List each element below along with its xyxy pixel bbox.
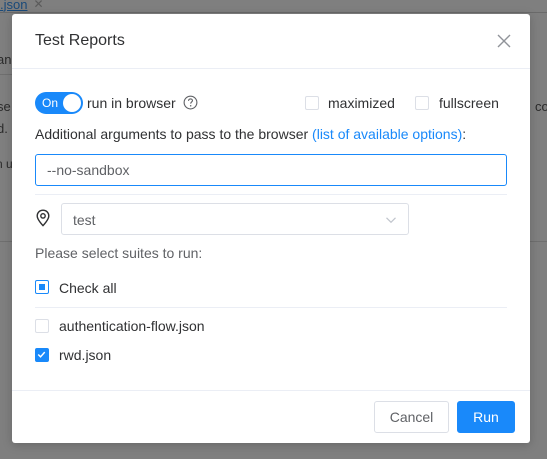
- suites-label: Please select suites to run:: [35, 245, 203, 261]
- dialog-footer: [12, 390, 530, 443]
- check-icon: [37, 351, 46, 358]
- background-text: se: [0, 99, 11, 114]
- run-in-browser-switch[interactable]: On: [35, 92, 83, 114]
- close-icon: ✕: [33, 0, 44, 11]
- close-icon[interactable]: [496, 33, 512, 49]
- background-text: d.: [0, 121, 8, 136]
- background-text: an: [0, 52, 12, 67]
- browser-options-row: On run in browser maximized fullscreen: [35, 92, 505, 114]
- maximized-checkbox[interactable]: [305, 96, 319, 110]
- run-in-browser-label: run in browser: [87, 95, 176, 111]
- switch-knob: [63, 94, 81, 112]
- dialog-header: Test Reports: [12, 14, 530, 69]
- background-tab: .json ✕: [0, 0, 50, 12]
- divider: [35, 194, 507, 195]
- background-divider: [0, 12, 547, 13]
- switch-label: On: [42, 96, 59, 110]
- background-divider: [0, 74, 12, 75]
- test-reports-dialog: Test Reports On run in browser maximized…: [12, 14, 530, 443]
- arguments-label-text: Additional arguments to pass to the brow…: [35, 126, 309, 142]
- environment-select[interactable]: test: [61, 203, 409, 235]
- background-tab-label: .json: [0, 0, 28, 12]
- available-options-link[interactable]: (list of available options): [312, 126, 462, 142]
- location-pin-icon: [36, 209, 50, 227]
- background-divider: [0, 241, 12, 242]
- suite-checkbox-authentication-flow[interactable]: [35, 319, 49, 333]
- arguments-label: Additional arguments to pass to the brow…: [35, 126, 466, 142]
- fullscreen-label: fullscreen: [439, 95, 499, 111]
- check-all-checkbox[interactable]: [35, 280, 49, 294]
- run-button[interactable]: Run: [457, 401, 515, 433]
- cancel-button[interactable]: Cancel: [374, 401, 449, 433]
- suite-label: rwd.json: [59, 347, 112, 363]
- help-icon[interactable]: [183, 95, 198, 110]
- arguments-label-colon: :: [462, 126, 467, 142]
- maximized-label: maximized: [328, 95, 395, 111]
- divider: [35, 307, 507, 308]
- background-text: co: [535, 99, 547, 114]
- dialog-title: Test Reports: [35, 32, 125, 49]
- environment-select-value: test: [73, 212, 96, 228]
- background-text: n u: [0, 157, 13, 171]
- fullscreen-checkbox[interactable]: [415, 96, 429, 110]
- suite-checkbox-rwd[interactable]: [35, 348, 49, 362]
- background-divider: [530, 241, 547, 242]
- browser-arguments-input[interactable]: [35, 154, 507, 186]
- chevron-down-icon: [386, 217, 396, 224]
- suite-label: authentication-flow.json: [59, 318, 205, 334]
- check-all-label: Check all: [59, 280, 117, 296]
